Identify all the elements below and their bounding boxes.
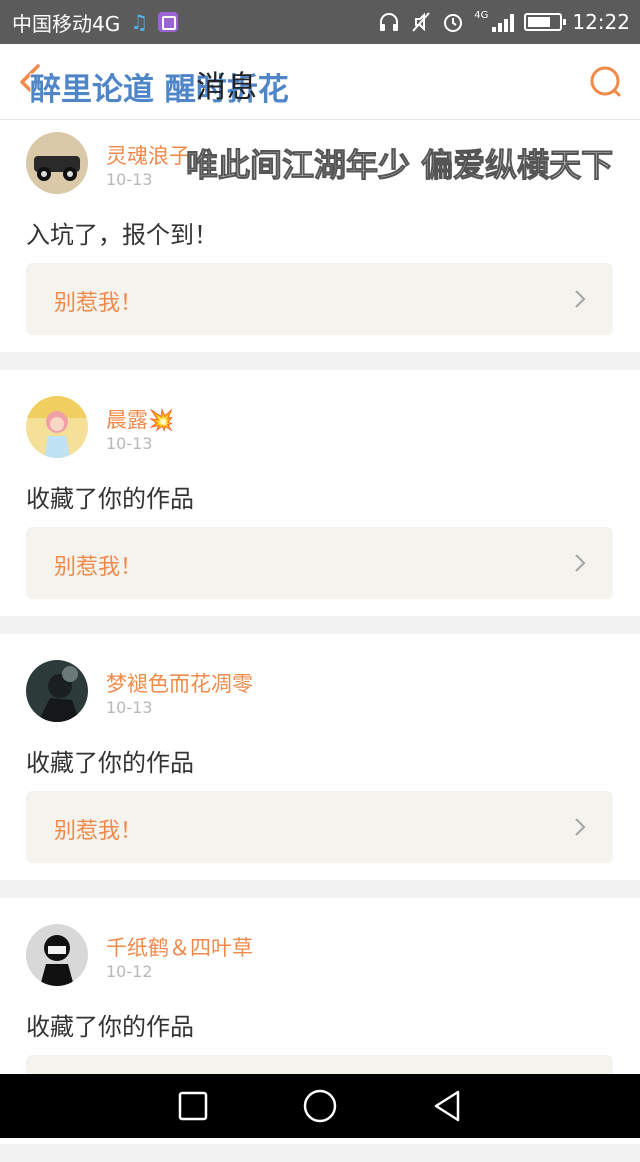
work-title: 别惹我！: [54, 819, 143, 844]
message-action: 收藏了你的作品: [26, 485, 194, 513]
message-card: 晨露💥 10-13 收藏了你的作品 别惹我！: [0, 370, 640, 634]
avatar[interactable]: [26, 660, 88, 722]
mute-icon: [412, 12, 430, 32]
username[interactable]: 灵魂浪子: [106, 140, 190, 170]
username[interactable]: 梦褪色而花凋零: [106, 668, 253, 698]
network-tag: 4G: [474, 10, 489, 21]
avatar[interactable]: [26, 924, 88, 986]
work-link[interactable]: 别惹我！: [26, 527, 613, 599]
message-date: 10-13: [106, 698, 153, 717]
page-title: 消息: [196, 70, 258, 105]
message-list: 灵魂浪子 10-13 入坑了，报个到！ 别惹我！ 晨露💥 10-13 收藏了你的…: [0, 120, 640, 1162]
message-action: 收藏了你的作品: [26, 749, 194, 777]
gallery-icon: [158, 12, 179, 32]
message-action: 入坑了，报个到！: [26, 221, 218, 249]
back-nav-icon[interactable]: [432, 1090, 462, 1122]
system-nav-bar: [0, 1074, 640, 1138]
message-date: 10-13: [106, 170, 153, 189]
search-icon[interactable]: [588, 64, 624, 100]
carrier-label: 中国移动4G: [12, 11, 121, 36]
battery-icon: [524, 13, 567, 31]
home-icon[interactable]: [303, 1089, 337, 1123]
message-action: 收藏了你的作品: [26, 1013, 194, 1041]
watermark-tagline: 唯此间江湖年少 偏爱纵横天下: [185, 146, 614, 185]
alarm-icon: [444, 14, 463, 32]
clock-label: 12:22: [572, 10, 630, 34]
avatar[interactable]: [26, 396, 88, 458]
app-header: 醉里论道 醒时折花 消息: [0, 44, 640, 120]
username[interactable]: 千纸鹤＆四叶草: [106, 932, 253, 962]
avatar[interactable]: [26, 132, 88, 194]
work-title: 别惹我！: [54, 291, 143, 316]
chevron-right-icon: [575, 818, 586, 836]
headphones-icon: [380, 13, 399, 31]
recent-apps-icon[interactable]: [178, 1091, 208, 1121]
message-date: 10-13: [106, 434, 153, 453]
chevron-right-icon: [575, 554, 586, 572]
signal-icon: [492, 12, 515, 32]
username[interactable]: 晨露💥: [106, 404, 174, 434]
music-icon: ♫: [130, 10, 149, 34]
message-date: 10-12: [106, 962, 153, 981]
work-title: 别惹我！: [54, 555, 143, 580]
chevron-right-icon: [575, 290, 586, 308]
message-card: 梦褪色而花凋零 10-13 收藏了你的作品 别惹我！: [0, 634, 640, 898]
work-link[interactable]: 别惹我！: [26, 791, 613, 863]
status-bar: 中国移动4G ♫ 4G 12:22: [0, 0, 640, 44]
work-link[interactable]: 别惹我！: [26, 263, 613, 335]
